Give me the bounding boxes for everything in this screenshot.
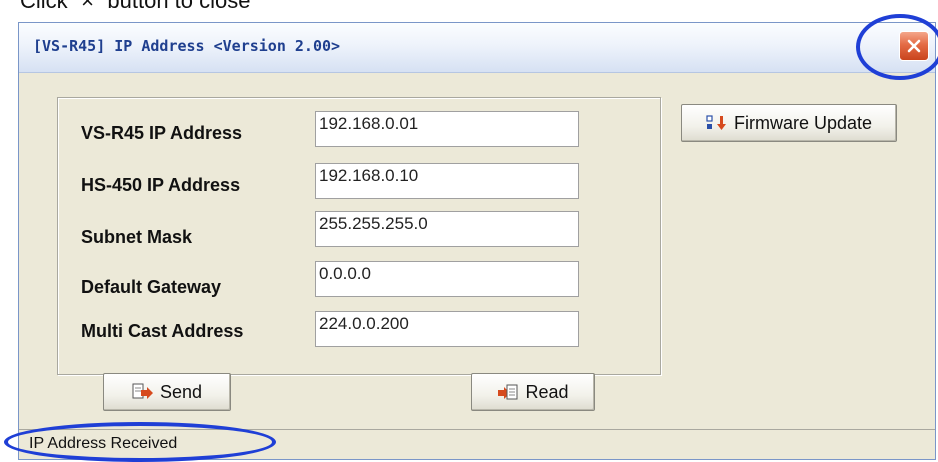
hs-450-ip-input[interactable]: 192.168.0.10 [315,163,579,199]
vs-r45-ip-label: VS-R45 IP Address [81,123,243,143]
close-x-icon [906,38,922,54]
multicast-address-label: Multi Cast Address [81,321,244,341]
read-button[interactable]: Read [471,373,595,411]
multicast-address-input[interactable]: 224.0.0.200 [315,311,579,347]
hs-450-ip-label: HS-450 IP Address [81,175,241,195]
send-label: Send [159,381,203,402]
subnet-mask-input[interactable]: 255.255.255.0 [315,211,579,247]
firmware-update-icon [706,114,728,132]
default-gateway-label: Default Gateway [81,277,222,297]
read-label: Read [525,381,569,402]
ip-address-dialog: [VS-R45] IP Address <Version 2.00> VS-R4… [18,22,936,460]
window-title: [VS-R45] IP Address <Version 2.00> [33,37,341,55]
vs-r45-ip-input[interactable]: 192.168.0.01 [315,111,579,147]
subnet-mask-label: Subnet Mask [81,227,193,247]
send-button[interactable]: Send [103,373,231,411]
instruction-caption: Click “×” button to close [20,0,251,13]
firmware-update-button[interactable]: Firmware Update [681,104,897,142]
send-icon [132,383,154,401]
default-gateway-input[interactable]: 0.0.0.0 [315,261,579,297]
status-message: IP Address Received [29,435,178,452]
status-bar: IP Address Received [19,429,935,459]
read-icon [497,383,519,401]
close-button[interactable] [899,31,929,61]
title-bar[interactable]: [VS-R45] IP Address <Version 2.00> [19,23,935,73]
firmware-update-label: Firmware Update [733,112,873,133]
